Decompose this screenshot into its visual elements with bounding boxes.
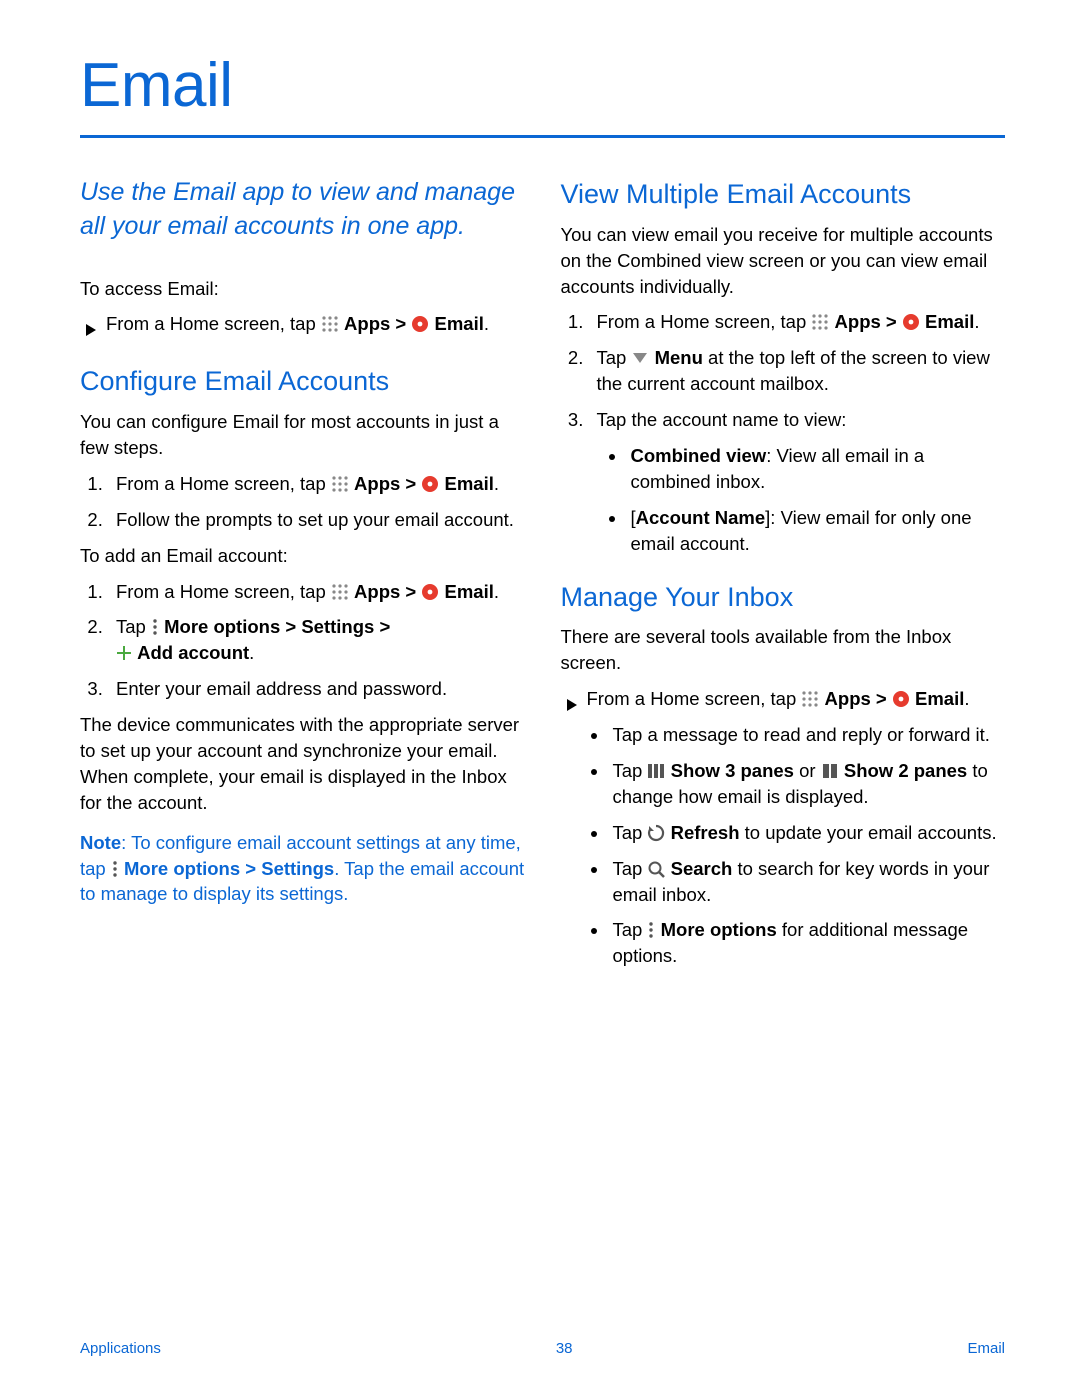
heading-view: View Multiple Email Accounts	[561, 176, 1006, 214]
more-options-icon	[111, 860, 119, 878]
email-app-icon	[892, 690, 910, 708]
heading-configure: Configure Email Accounts	[80, 363, 525, 401]
columns: Use the Email app to view and manage all…	[80, 176, 1005, 989]
view-step-2: Tap Menu at the top left of the screen t…	[589, 345, 1006, 397]
view-intro: You can view email you receive for multi…	[561, 222, 1006, 300]
apps-grid-icon	[331, 475, 349, 493]
footer-center: 38	[556, 1340, 573, 1357]
view-step-3: Tap the account name to view: Combined v…	[589, 407, 1006, 556]
view-sub-combined: Combined view: View all email in a combi…	[627, 443, 1006, 495]
add-step-2: Tap More options > Settings > Add accoun…	[108, 614, 525, 666]
more-options-icon	[647, 921, 655, 939]
email-app-icon	[421, 583, 439, 601]
search-icon	[647, 860, 665, 878]
configure-step-2: Follow the prompts to set up your email …	[108, 507, 525, 533]
title-rule	[80, 135, 1005, 138]
apps-grid-icon	[811, 313, 829, 331]
apps-grid-icon	[801, 690, 819, 708]
footer-left: Applications	[80, 1340, 161, 1357]
sync-paragraph: The device communicates with the appropr…	[80, 712, 525, 816]
manage-b5: Tap More options for additional message …	[609, 917, 1006, 969]
email-app-icon	[902, 313, 920, 331]
footer-right: Email	[967, 1340, 1005, 1357]
intro-text: Use the Email app to view and manage all…	[80, 176, 525, 244]
email-app-icon	[421, 475, 439, 493]
view-steps: From a Home screen, tap Apps > Email. Ta…	[561, 309, 1006, 556]
triangle-right-icon	[84, 315, 98, 341]
plus-icon	[116, 645, 132, 661]
heading-manage: Manage Your Inbox	[561, 579, 1006, 617]
manage-arrow-step: From a Home screen, tap Apps > Email. Ta…	[565, 686, 1006, 979]
triangle-right-icon	[565, 690, 579, 979]
access-step: From a Home screen, tap Apps > Email.	[84, 311, 525, 341]
view-sub-account: [Account Name]: View email for only one …	[627, 505, 1006, 557]
access-label: To access Email:	[80, 276, 525, 302]
manage-b2: Tap Show 3 panes or Show 2 panes to chan…	[609, 758, 1006, 810]
page-footer: Applications 38 Email	[80, 1340, 1005, 1357]
note-text: Note: To configure email account setting…	[80, 830, 525, 908]
page-title: Email	[80, 50, 1005, 121]
view-step-1: From a Home screen, tap Apps > Email.	[589, 309, 1006, 335]
manage-b4: Tap Search to search for key words in yo…	[609, 856, 1006, 908]
right-column: View Multiple Email Accounts You can vie…	[561, 176, 1006, 989]
manage-b1: Tap a message to read and reply or forwa…	[609, 722, 1006, 748]
manage-intro: There are several tools available from t…	[561, 624, 1006, 676]
left-column: Use the Email app to view and manage all…	[80, 176, 525, 989]
page: Email Use the Email app to view and mana…	[0, 0, 1080, 989]
panes-3-icon	[647, 762, 665, 780]
view-sub-list: Combined view: View all email in a combi…	[597, 443, 1006, 557]
manage-arrow-content: From a Home screen, tap Apps > Email. Ta…	[587, 686, 1006, 979]
configure-intro: You can configure Email for most account…	[80, 409, 525, 461]
add-step-3: Enter your email address and password.	[108, 676, 525, 702]
configure-steps: From a Home screen, tap Apps > Email. Fo…	[80, 471, 525, 533]
access-step-text: From a Home screen, tap Apps > Email.	[106, 311, 489, 341]
manage-b3: Tap Refresh to update your email account…	[609, 820, 1006, 846]
apps-grid-icon	[331, 583, 349, 601]
email-app-icon	[411, 315, 429, 333]
configure-step-1: From a Home screen, tap Apps > Email.	[108, 471, 525, 497]
apps-grid-icon	[321, 315, 339, 333]
panes-2-icon	[821, 762, 839, 780]
menu-dropdown-icon	[631, 351, 649, 365]
more-options-icon	[151, 618, 159, 636]
refresh-icon	[647, 824, 665, 842]
add-label: To add an Email account:	[80, 543, 525, 569]
add-step-1: From a Home screen, tap Apps > Email.	[108, 579, 525, 605]
add-steps: From a Home screen, tap Apps > Email. Ta…	[80, 579, 525, 703]
manage-bullets: Tap a message to read and reply or forwa…	[587, 722, 1006, 969]
